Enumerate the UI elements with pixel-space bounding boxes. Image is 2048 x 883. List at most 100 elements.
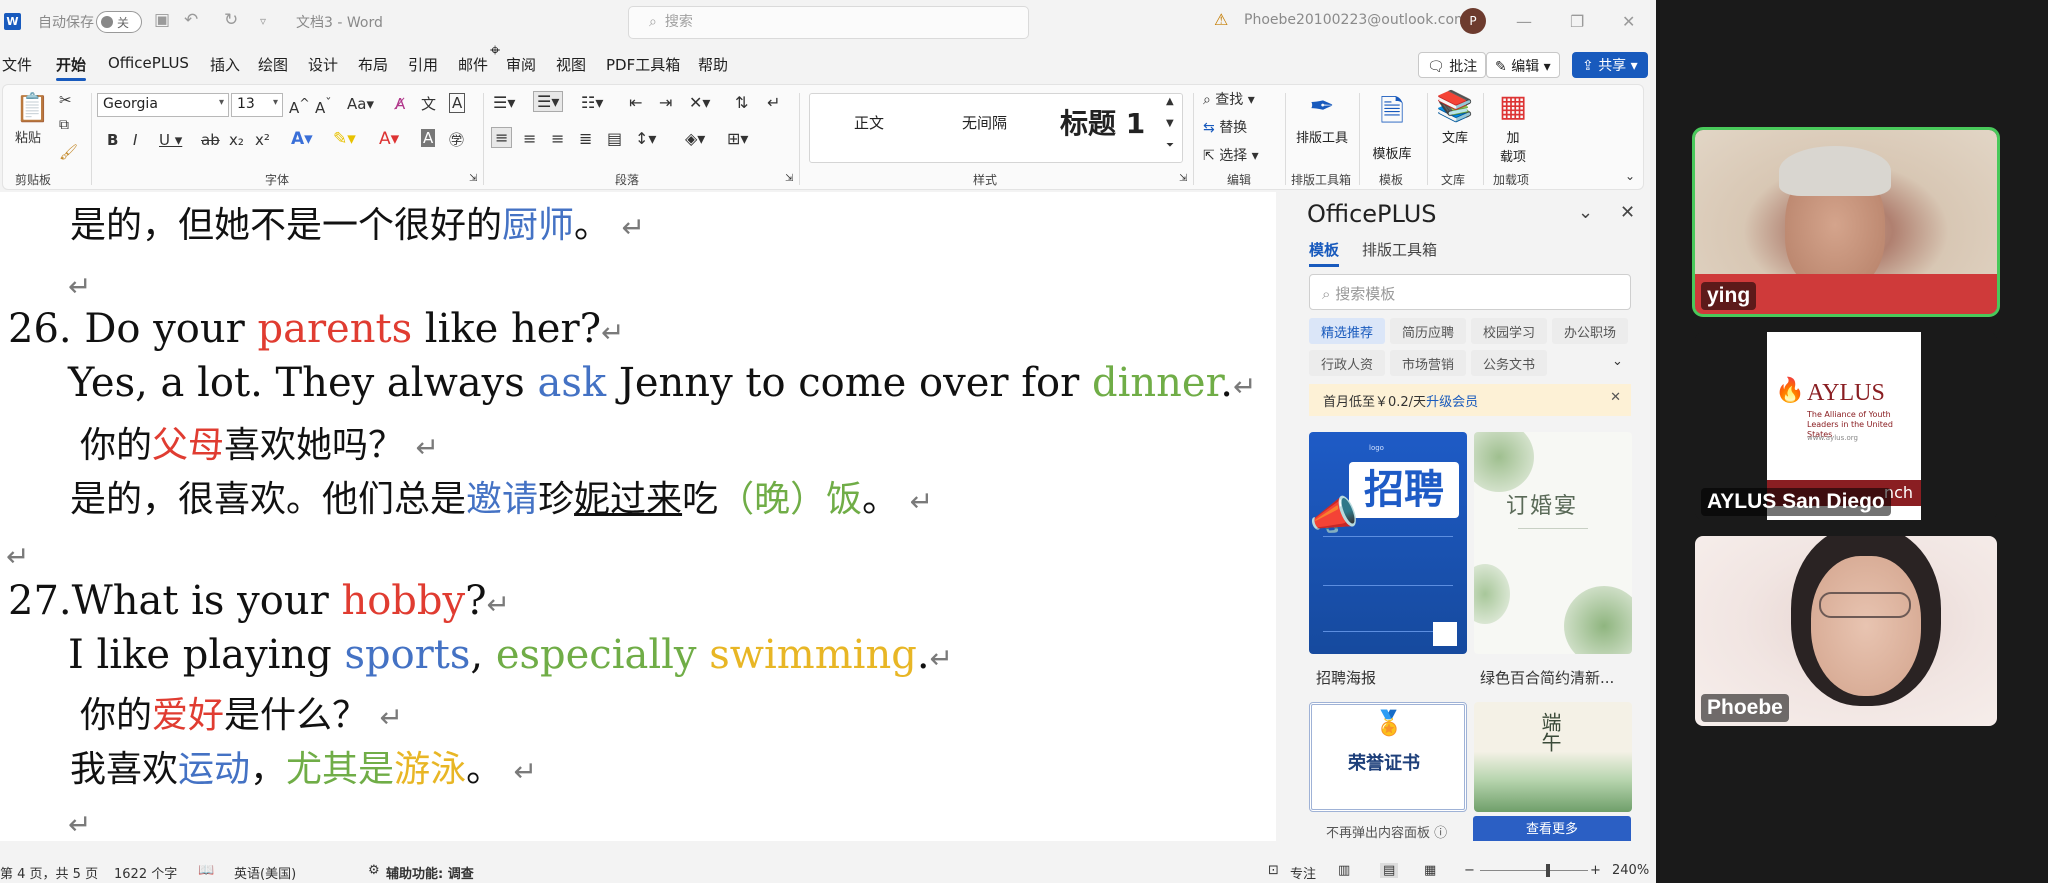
superscript-icon[interactable]: x² — [255, 131, 270, 149]
grow-font-icon[interactable]: A^ — [289, 95, 310, 117]
promo-banner[interactable]: 首月低至￥0.2/天升级会员 ✕ — [1309, 384, 1631, 416]
video-tile-ying[interactable]: ying — [1692, 127, 2000, 317]
align-left-icon[interactable]: ≡ — [491, 127, 513, 148]
minimize-icon[interactable]: — — [1516, 12, 1532, 31]
video-tile-aylus[interactable]: 🔥 AYLUS The Alliance of Youth Leaders in… — [1695, 332, 1997, 520]
customize-qat-icon[interactable]: ▿ — [260, 14, 266, 28]
read-mode-icon[interactable]: ▥ — [1338, 863, 1350, 878]
editing-mode-button[interactable]: ✎ 编辑 ▾ — [1486, 52, 1560, 78]
promo-close-icon[interactable]: ✕ — [1610, 390, 1621, 405]
tab-home[interactable]: 开始 — [56, 54, 87, 81]
change-case-icon[interactable]: Aa▾ — [347, 95, 374, 113]
video-tile-phoebe[interactable]: Phoebe — [1695, 536, 1997, 726]
tab-mailings[interactable]: 邮件 — [458, 54, 488, 75]
decrease-indent-icon[interactable]: ⇤ — [629, 93, 642, 112]
template-thumb-certificate[interactable]: 🏅 荣誉证书 — [1309, 702, 1467, 812]
tab-help[interactable]: 帮助 — [698, 54, 728, 75]
distributed-icon[interactable]: ▤ — [607, 129, 622, 148]
document-canvas[interactable]: 是的，但她不是一个很好的厨师。 ↵ ↵ 26. Do your parents … — [0, 192, 1276, 841]
styles-dialog-launcher-icon[interactable]: ⇲ — [1179, 173, 1187, 184]
template-thumb-dragonboat[interactable]: 端午 — [1474, 702, 1632, 812]
character-border-icon[interactable]: A — [449, 93, 466, 113]
zoom-out-icon[interactable]: − — [1464, 863, 1475, 878]
autosave-toggle[interactable]: 关 — [96, 11, 142, 33]
pane-tab-layout-tools[interactable]: 排版工具箱 — [1362, 239, 1437, 260]
template-library-button[interactable]: 🗎 模板库 — [1363, 89, 1421, 162]
warning-icon[interactable]: ⚠ — [1214, 10, 1228, 29]
styles-scroll-up-icon[interactable]: ▲ — [1166, 96, 1174, 107]
show-marks-icon[interactable]: ↵ — [767, 93, 780, 112]
phonetic-guide-icon[interactable]: 文 — [421, 93, 436, 114]
borders-icon[interactable]: ⊞▾ — [727, 129, 748, 148]
chip-admin-hr[interactable]: 行政人资 — [1309, 350, 1386, 376]
chips-expand-icon[interactable]: ⌄ — [1612, 354, 1623, 369]
align-center-icon[interactable]: ≡ — [523, 129, 536, 148]
align-right-icon[interactable]: ≡ — [551, 129, 564, 148]
zoom-slider[interactable] — [1480, 870, 1588, 871]
tab-design[interactable]: 设计 — [308, 54, 338, 75]
accessibility-status[interactable]: 辅助功能: 调查 — [386, 863, 474, 882]
chip-campus[interactable]: 校园学习 — [1471, 318, 1548, 344]
numbering-icon[interactable]: ☰▾ — [533, 91, 564, 112]
chip-office[interactable]: 办公职场 — [1552, 318, 1629, 344]
template-thumb-recruit[interactable]: logo 招聘 📣 — [1309, 432, 1467, 654]
promo-link[interactable]: 升级会员 — [1426, 395, 1478, 410]
style-normal[interactable]: 正文 — [854, 112, 884, 133]
highlight-icon[interactable]: ✎▾ — [333, 129, 356, 149]
pane-tab-templates[interactable]: 模板 — [1309, 239, 1340, 267]
proofing-icon[interactable]: 📖 — [198, 863, 214, 878]
library-button[interactable]: 📚 文库 — [1433, 89, 1477, 146]
layout-tools-button[interactable]: ✒ 排版工具 — [1293, 89, 1351, 146]
page-indicator[interactable]: 第 4 页，共 5 页 — [0, 863, 98, 882]
tab-insert[interactable]: 插入 — [210, 54, 240, 75]
focus-label[interactable]: 专注 — [1290, 863, 1316, 882]
paragraph-dialog-launcher-icon[interactable]: ⇲ — [785, 173, 793, 184]
search-box[interactable]: ⌕ 搜索 — [628, 6, 1029, 39]
dont-show-pane[interactable]: 不再弹出内容面板 ⓘ — [1326, 822, 1447, 841]
find-button[interactable]: ⌕ 查找 ▾ — [1203, 89, 1255, 109]
language-indicator[interactable]: 英语(美国) — [234, 863, 296, 882]
zoom-in-icon[interactable]: + — [1590, 863, 1601, 878]
print-layout-icon[interactable]: ▤ — [1380, 863, 1399, 878]
italic-icon[interactable]: I — [133, 131, 137, 149]
zoom-slider-thumb[interactable] — [1546, 864, 1550, 877]
tab-officeplus[interactable]: OfficePLUS — [108, 54, 189, 72]
template-thumb-engagement[interactable]: 订婚宴 — [1474, 432, 1632, 654]
clear-formatting-icon[interactable]: A̸ — [395, 95, 405, 113]
share-button[interactable]: ⇪ 共享 ▾ — [1572, 52, 1648, 78]
style-heading-1[interactable]: 标题 1 — [1060, 102, 1145, 142]
zoom-level[interactable]: 240% — [1612, 863, 1649, 878]
vertical-scrollbar[interactable] — [1276, 192, 1296, 841]
restore-icon[interactable]: ❐ — [1570, 12, 1584, 31]
chip-featured[interactable]: 精选推荐 — [1309, 318, 1386, 344]
tab-pdf-tools[interactable]: PDF工具箱 — [606, 54, 680, 75]
shrink-font-icon[interactable]: Aˇ — [315, 95, 332, 117]
bold-icon[interactable]: B — [107, 131, 118, 149]
see-more-button[interactable]: 查看更多 — [1473, 816, 1631, 841]
font-dialog-launcher-icon[interactable]: ⇲ — [469, 173, 477, 184]
comments-button[interactable]: 🗨 批注 — [1418, 52, 1487, 78]
accessibility-icon[interactable]: ⚙ — [368, 863, 380, 878]
tab-file[interactable]: 文件 — [2, 54, 32, 75]
save-icon[interactable]: ▣ — [154, 10, 170, 30]
subscript-icon[interactable]: x₂ — [229, 131, 244, 149]
tab-view[interactable]: 视图 — [556, 54, 586, 75]
pane-close-icon[interactable]: ✕ — [1620, 202, 1635, 223]
format-painter-icon[interactable]: 🖌 — [59, 143, 78, 161]
enclose-character-icon[interactable]: ㊫ — [449, 129, 464, 150]
style-no-spacing[interactable]: 无间隔 — [962, 112, 1007, 133]
chip-official-docs[interactable]: 公务文书 — [1471, 350, 1548, 376]
addins-button[interactable]: ▦ 加载项 — [1491, 89, 1535, 165]
chip-resume[interactable]: 简历应聘 — [1390, 318, 1467, 344]
styles-more-icon[interactable]: ⏷ — [1166, 140, 1174, 151]
line-spacing-icon[interactable]: ↕▾ — [635, 129, 656, 148]
account-email[interactable]: Phoebe20100223@outlook.com — [1244, 12, 1468, 28]
font-color-icon[interactable]: A▾ — [379, 129, 399, 149]
tab-draw[interactable]: 绘图 — [258, 54, 288, 75]
tab-references[interactable]: 引用 — [408, 54, 438, 75]
text-effects-icon[interactable]: A▾ — [291, 129, 313, 149]
shading-icon[interactable]: ◈▾ — [685, 129, 705, 148]
multilevel-list-icon[interactable]: ☷▾ — [581, 93, 603, 112]
sort-icon[interactable]: ⇅ — [735, 93, 748, 112]
justify-icon[interactable]: ≣ — [579, 129, 592, 148]
